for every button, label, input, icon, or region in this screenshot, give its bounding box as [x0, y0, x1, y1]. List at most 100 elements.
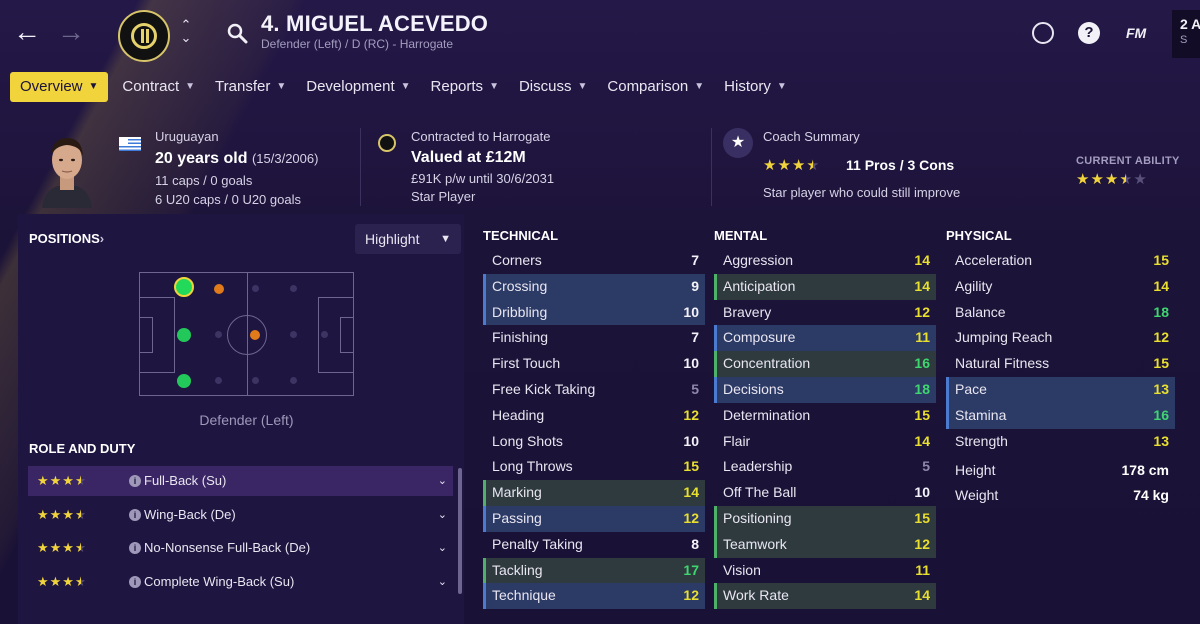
attribute-row[interactable]: Long Shots 10 [483, 429, 705, 455]
attribute-row[interactable]: Work Rate 14 [714, 583, 936, 610]
chevron-down-icon: ▼ [276, 81, 287, 92]
chevron-down-icon[interactable]: ⌄ [438, 533, 447, 563]
attribute-row[interactable]: Long Throws 15 [483, 454, 705, 480]
coach-note: Star player who could still improve [763, 185, 961, 200]
attribute-row[interactable]: Anticipation 14 [714, 273, 936, 300]
highlight-dropdown[interactable]: Highlight ▼ [355, 224, 461, 254]
accomplished-position-marker [177, 328, 191, 342]
attribute-row[interactable]: Tackling 17 [483, 557, 705, 584]
help-icon[interactable]: ? [1078, 22, 1100, 44]
fm-logo[interactable]: FM [1126, 25, 1146, 41]
attribute-row[interactable]: Vision 11 [714, 558, 936, 584]
search-icon[interactable] [226, 22, 248, 44]
attribute-row[interactable]: Concentration 16 [714, 351, 936, 377]
attribute-label: Long Throws [492, 458, 573, 475]
club-badge-small-icon [378, 134, 396, 152]
attribute-value: 15 [683, 458, 699, 475]
tab-comparison[interactable]: Comparison ▼ [597, 72, 714, 102]
attribute-row[interactable]: Dribbling 10 [483, 299, 705, 326]
attribute-row[interactable]: Off The Ball 10 [714, 480, 936, 506]
attribute-label: Leadership [723, 458, 793, 475]
chevron-down-icon[interactable]: ⌄ [438, 466, 447, 496]
attribute-row[interactable]: Positioning 15 [714, 505, 936, 532]
attribute-row[interactable]: Decisions 18 [714, 376, 936, 403]
role-name: No-Nonsense Full-Back (De) [144, 540, 311, 555]
attribute-row[interactable]: Leadership 5 [714, 454, 936, 480]
attribute-value: 15 [914, 509, 930, 526]
info-icon[interactable]: i [129, 475, 141, 487]
attribute-row[interactable]: Flair 14 [714, 429, 936, 455]
tab-transfer[interactable]: Transfer ▼ [205, 72, 296, 102]
attribute-value: 11 [915, 329, 930, 346]
attribute-row[interactable]: First Touch 10 [483, 351, 705, 377]
attribute-row[interactable]: Acceleration 15 [946, 248, 1175, 274]
pros-cons[interactable]: 11 Pros / 3 Cons [846, 157, 954, 173]
club-badge-icon[interactable] [118, 10, 170, 62]
forward-arrow-icon[interactable]: → [56, 18, 86, 48]
attribute-row[interactable]: Technique 12 [483, 583, 705, 610]
position-dot [321, 331, 328, 338]
attribute-row[interactable]: Crossing 9 [483, 273, 705, 300]
attribute-label: First Touch [492, 355, 561, 372]
coach-star-rating[interactable]: ★★★★★ [763, 156, 820, 174]
attribute-row[interactable]: Pace 13 [946, 376, 1175, 403]
attribute-row[interactable]: Natural Fitness 15 [946, 351, 1175, 377]
attribute-row[interactable]: Determination 15 [714, 403, 936, 429]
attribute-value: 12 [914, 303, 930, 320]
chevron-down-icon[interactable]: ⌄ [438, 500, 447, 530]
globe-icon[interactable] [1032, 22, 1054, 44]
tab-contract[interactable]: Contract ▼ [112, 72, 205, 102]
role-row[interactable]: ★★★★★ i Full-Back (Su) ⌄ [28, 466, 453, 496]
tab-label: Overview [20, 78, 83, 95]
attribute-row[interactable]: Strength 13 [946, 429, 1175, 455]
height-value: 178 cm [1121, 462, 1169, 479]
attribute-row[interactable]: Penalty Taking 8 [483, 532, 705, 558]
attribute-row[interactable]: Composure 11 [714, 325, 936, 352]
attribute-row[interactable]: Marking 14 [483, 480, 705, 506]
attribute-row[interactable]: Teamwork 12 [714, 531, 936, 558]
chevron-down-icon[interactable]: ⌄ [438, 567, 447, 597]
tab-reports[interactable]: Reports ▼ [421, 72, 509, 102]
player-value: Valued at £12M [411, 149, 526, 166]
role-row[interactable]: ★★★★★ i Complete Wing-Back (Su) ⌄ [28, 567, 453, 597]
info-icon[interactable]: i [129, 575, 141, 588]
tab-history[interactable]: History ▼ [714, 72, 797, 102]
attribute-row[interactable]: Agility 14 [946, 274, 1175, 300]
position-dot [252, 285, 259, 292]
role-list-scrollbar[interactable] [458, 468, 462, 594]
tab-label: Development [306, 78, 395, 95]
role-row[interactable]: ★★★★★ i No-Nonsense Full-Back (De) ⌄ [28, 533, 453, 563]
attribute-row[interactable]: Stamina 16 [946, 402, 1175, 429]
info-icon[interactable]: i [129, 508, 141, 521]
role-row[interactable]: ★★★★★ i Wing-Back (De) ⌄ [28, 500, 453, 530]
attribute-row[interactable]: Passing 12 [483, 505, 705, 532]
club-switch-arrows-icon[interactable]: ⌃ ⌄ [178, 18, 194, 44]
position-dot [252, 377, 259, 384]
attribute-row[interactable]: Bravery 12 [714, 300, 936, 326]
tab-label: History [724, 78, 771, 95]
attribute-row[interactable]: Balance 18 [946, 300, 1175, 326]
back-arrow-icon[interactable]: ← [12, 18, 42, 48]
attribute-label: Strength [955, 432, 1008, 449]
attribute-row[interactable]: Jumping Reach 12 [946, 325, 1175, 351]
tab-development[interactable]: Development ▼ [296, 72, 420, 102]
positions-title[interactable]: POSITIONS› [29, 231, 104, 246]
attribute-row[interactable]: Corners 7 [483, 248, 705, 274]
attribute-row[interactable]: Free Kick Taking 5 [483, 377, 705, 403]
attribute-label: Dribbling [492, 303, 548, 320]
attribute-value: 8 [691, 535, 699, 552]
tab-discuss[interactable]: Discuss ▼ [509, 72, 597, 102]
attribute-row[interactable]: Finishing 7 [483, 325, 705, 351]
date-panel[interactable]: 2 A S [1172, 10, 1200, 58]
attribute-row[interactable]: Heading 12 [483, 403, 705, 429]
position-pitch[interactable] [139, 272, 354, 396]
attribute-label: Corners [492, 252, 542, 268]
attribute-row[interactable]: Aggression 14 [714, 248, 936, 274]
info-icon[interactable]: i [129, 542, 141, 554]
attribute-value: 12 [683, 587, 699, 604]
role-star-rating: ★★★★★ [37, 506, 86, 522]
chevron-down-icon: ▼ [694, 81, 705, 92]
attribute-label: Finishing [492, 329, 549, 346]
tab-overview[interactable]: Overview ▼ [10, 72, 109, 102]
player-face-avatar[interactable] [38, 130, 96, 208]
